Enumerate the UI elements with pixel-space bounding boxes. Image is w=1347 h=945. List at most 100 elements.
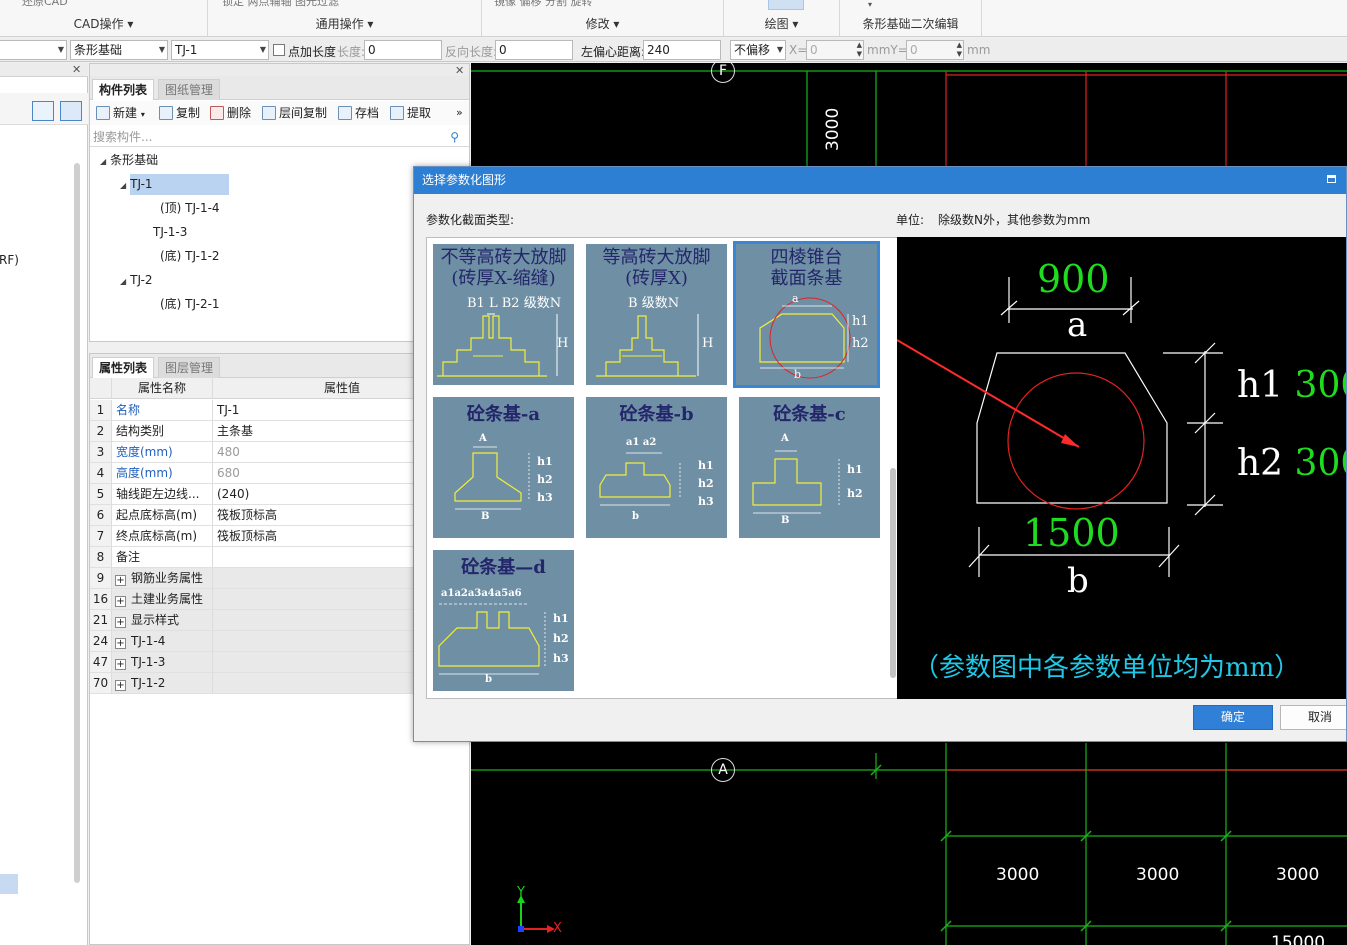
search-icon[interactable]: ⚲ — [450, 127, 459, 147]
tree-item-tj-1[interactable]: ◢ TJ-1 — [120, 173, 153, 195]
archive-button[interactable]: 存档 — [338, 105, 379, 123]
delete-button[interactable]: 删除 — [210, 105, 251, 123]
thumb-param: b — [794, 368, 802, 381]
thumb-concrete-strip-d[interactable]: 砼条基—d a1a2a3a4a5a6 h1 h2 h3 b — [433, 550, 574, 691]
component-tabbar: 构件列表 图纸管理 — [90, 76, 469, 100]
tree-item-tj-1-3[interactable]: TJ-1-3 — [153, 221, 187, 243]
dialog-title-bar[interactable]: 选择参数化图形 — [414, 167, 1346, 194]
property-name: 结构类别 — [112, 421, 213, 441]
row-number: 47 — [90, 652, 112, 672]
chevron-down-icon: ▼ — [776, 45, 783, 54]
tab-layer-manage[interactable]: 图层管理 — [158, 357, 221, 378]
gallery-scrollbar[interactable] — [890, 468, 896, 678]
list-view-icon[interactable] — [32, 101, 54, 121]
nav-item-text[interactable]: RF) — [0, 253, 19, 267]
ribbon-group-title[interactable]: CAD操作 ▾ — [0, 15, 207, 32]
point-length-checkbox[interactable] — [273, 44, 285, 56]
expand-plus-icon[interactable]: + — [115, 596, 126, 607]
ok-button[interactable]: 确定 — [1193, 705, 1273, 730]
ribbon-group-title[interactable]: 通用操作 ▾ — [208, 15, 481, 32]
thumb-param: h1 — [537, 455, 553, 468]
copy-button[interactable]: 复制 — [159, 105, 200, 123]
thumb-param: H — [702, 336, 714, 351]
ribbon-group-title[interactable]: 绘图 ▾ — [724, 15, 839, 32]
tree-item-tj-1-2[interactable]: (底) TJ-1-2 — [160, 245, 220, 267]
row-number: 9 — [90, 568, 112, 588]
search-input[interactable]: 搜索构件... ⚲ — [90, 127, 469, 147]
maximize-icon[interactable] — [1327, 175, 1336, 183]
cancel-button[interactable]: 取消 — [1280, 705, 1346, 730]
reverse-length-input[interactable]: 0 — [495, 40, 573, 60]
tree-item-tj-2-1[interactable]: (底) TJ-2-1 — [160, 293, 220, 315]
row-number: 8 — [90, 547, 112, 567]
tree-item-tj-1-4[interactable]: (顶) TJ-1-4 — [160, 197, 220, 219]
ribbon-cut-label[interactable]: 镜像 偏移 分割 旋转 — [494, 0, 593, 9]
row-number: 6 — [90, 505, 112, 525]
extract-button[interactable]: 提取 — [390, 105, 431, 123]
expand-plus-icon[interactable]: + — [115, 575, 126, 586]
row-number: 21 — [90, 610, 112, 630]
thumb-param: h2 — [698, 477, 714, 490]
row-number: 5 — [90, 484, 112, 504]
tab-property-list[interactable]: 属性列表 — [92, 357, 155, 378]
grid-view-icon[interactable] — [60, 101, 82, 121]
floor-combo[interactable]: ▼ — [0, 40, 67, 60]
length-input[interactable]: 0 — [364, 40, 442, 60]
axis-bubble-bottom[interactable]: A — [711, 758, 735, 782]
nav-selected-item[interactable] — [0, 874, 18, 894]
spinner-icon[interactable]: ▲ ▼ — [957, 41, 962, 59]
property-name: 宽度(mm) — [112, 442, 213, 462]
ribbon-cut-label[interactable]: 还原CAD — [22, 0, 68, 9]
expand-plus-icon[interactable]: + — [115, 680, 126, 691]
mm-y-label: mmY= — [867, 43, 908, 57]
thumb-param: B — [781, 515, 790, 526]
preview-h1: h1 300 — [1237, 365, 1346, 406]
floor-copy-button[interactable]: 层间复制 — [262, 105, 327, 123]
expand-plus-icon[interactable]: + — [115, 638, 126, 649]
property-name: + TJ-1-2 — [112, 673, 213, 693]
new-button[interactable]: 新建 ▾ — [96, 105, 145, 123]
thumb-param: h1 — [553, 612, 569, 625]
row-number: 2 — [90, 421, 112, 441]
ribbon-cut-label[interactable]: 锁定 两点辅轴 图元过滤 — [222, 0, 339, 9]
thumb-param: b — [632, 511, 639, 522]
tab-drawing-manage[interactable]: 图纸管理 — [158, 79, 221, 100]
thumb-subtitle: (砖厚X-缩缝) — [451, 268, 556, 289]
thumb-concrete-strip-a[interactable]: 砼条基-a A h1 h2 h3 B — [433, 397, 574, 538]
y-input[interactable]: 0 ▲ ▼ — [906, 40, 964, 60]
expand-plus-icon[interactable]: + — [115, 617, 126, 628]
left-offset-input[interactable]: 240 — [643, 40, 721, 60]
property-name-text: 终点底标高(m) — [116, 529, 198, 543]
chevron-down-icon[interactable]: ▾ — [868, 0, 872, 9]
draw-tool-icon[interactable] — [768, 0, 804, 10]
thumb-title: 四棱锥台 — [770, 247, 843, 268]
thumb-unequal-brick-footing[interactable]: 不等高砖大放脚 (砖厚X-缩缝) B1 L B2 级数N H — [433, 244, 574, 385]
shape-gallery: 不等高砖大放脚 (砖厚X-缩缝) B1 L B2 级数N H 等高砖大放脚 (砖… — [426, 237, 898, 699]
offset-mode-combo[interactable]: 不偏移 ▼ — [730, 40, 786, 60]
thumb-equal-brick-footing[interactable]: 等高砖大放脚 (砖厚X) B 级数N H — [586, 244, 727, 385]
expand-icon[interactable]: ◢ — [120, 277, 126, 286]
expand-icon[interactable]: ◢ — [100, 157, 106, 166]
ribbon-group-title[interactable]: 修改 ▾ — [482, 15, 723, 32]
thumb-param: A — [479, 433, 487, 444]
tree-item-tj-2[interactable]: ◢ TJ-2 — [120, 269, 153, 291]
thumb-param: h3 — [537, 491, 553, 504]
thumb-concrete-strip-c[interactable]: 砼条基-c A h1 h2 B — [739, 397, 880, 538]
type-combo[interactable]: 条形基础 ▼ — [70, 40, 168, 60]
tree-item-strip-foundation[interactable]: ◢ 条形基础 — [100, 149, 158, 171]
more-tools-button[interactable]: » — [456, 105, 463, 123]
expand-icon[interactable]: ◢ — [120, 181, 126, 190]
component-combo[interactable]: TJ-1 ▼ — [171, 40, 269, 60]
close-icon[interactable]: ✕ — [72, 63, 81, 76]
unit-label: 单位: — [896, 213, 925, 227]
ribbon-group-title[interactable]: 条形基础二次编辑 — [840, 15, 981, 32]
tab-component-list[interactable]: 构件列表 — [92, 79, 155, 100]
scrollbar[interactable] — [74, 163, 80, 883]
thumb-concrete-strip-b[interactable]: 砼条基-b a1 a2 h1 h2 h3 b — [586, 397, 727, 538]
property-name-text: 轴线距左边线... — [116, 487, 200, 501]
thumb-pyramid-strip-foundation[interactable]: 四棱锥台 截面条基 a h1 h2 b — [733, 241, 880, 388]
expand-plus-icon[interactable]: + — [115, 659, 126, 670]
spinner-icon[interactable]: ▲ ▼ — [857, 41, 862, 59]
x-input[interactable]: 0 ▲ ▼ — [806, 40, 864, 60]
thumb-param: h2 — [852, 336, 869, 351]
